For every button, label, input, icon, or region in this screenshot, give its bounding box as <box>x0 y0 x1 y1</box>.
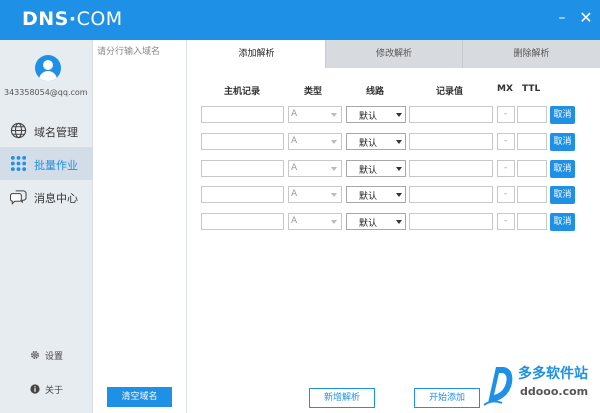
line-select[interactable]: 默认 <box>346 106 406 123</box>
record-row: A 默认 - 取消 <box>188 213 600 233</box>
mx-input[interactable]: - <box>497 133 515 150</box>
chevron-down-icon <box>331 113 337 117</box>
record-row: A 默认 - 取消 <box>188 160 600 180</box>
tab-modify-record[interactable]: 修改解析 <box>325 40 462 68</box>
cancel-button[interactable]: 取消 <box>550 213 575 231</box>
grid-dots-icon <box>10 155 27 172</box>
value-input[interactable] <box>409 106 493 123</box>
domain-input-area[interactable]: 请分行输入域名 清空域名 <box>93 40 187 413</box>
cancel-button[interactable]: 取消 <box>550 160 575 178</box>
settings-link[interactable]: 设置 <box>30 349 63 362</box>
tab-add-record[interactable]: 添加解析 <box>188 40 325 68</box>
tab-bar: 添加解析 修改解析 删除解析 <box>188 40 600 68</box>
host-input[interactable] <box>201 186 284 203</box>
record-row: A 默认 - 取消 <box>188 133 600 153</box>
header-ttl: TTL <box>522 84 541 94</box>
watermark-url: ddooo.com <box>520 385 589 398</box>
domain-input-placeholder: 请分行输入域名 <box>97 47 161 57</box>
value-input[interactable] <box>409 213 493 230</box>
cancel-button[interactable]: 取消 <box>550 106 575 124</box>
mx-input[interactable]: - <box>497 106 515 123</box>
value-input[interactable] <box>409 133 493 150</box>
close-button[interactable]: ✕ <box>577 9 595 27</box>
cancel-button[interactable]: 取消 <box>550 186 575 204</box>
value-input[interactable] <box>409 160 493 177</box>
mx-input[interactable]: - <box>497 160 515 177</box>
host-input[interactable] <box>201 160 284 177</box>
gear-icon <box>31 351 39 359</box>
record-row: A 默认 - 取消 <box>188 186 600 206</box>
chevron-down-icon <box>331 193 337 197</box>
type-select[interactable]: A <box>288 106 342 123</box>
cancel-button[interactable]: 取消 <box>550 133 575 151</box>
header-line: 线路 <box>366 87 385 97</box>
type-select[interactable]: A <box>288 186 342 203</box>
host-input[interactable] <box>201 213 284 230</box>
chat-bubble-icon <box>10 190 27 205</box>
chevron-down-icon <box>396 193 402 197</box>
ttl-input[interactable] <box>517 186 547 203</box>
minimize-button[interactable]: – <box>553 9 571 27</box>
account-email: 343358054@qq.com <box>4 88 88 97</box>
type-select[interactable]: A <box>288 160 342 177</box>
host-input[interactable] <box>201 106 284 123</box>
chevron-down-icon <box>331 220 337 224</box>
sidebar-item-message-center[interactable]: 消息中心 <box>0 180 93 213</box>
mx-input[interactable]: - <box>497 186 515 203</box>
record-row: A 默认 - 取消 <box>188 106 600 126</box>
sidebar-item-batch-operations[interactable]: 批量作业 <box>0 147 93 180</box>
ttl-input[interactable] <box>517 213 547 230</box>
line-select[interactable]: 默认 <box>346 186 406 203</box>
type-select[interactable]: A <box>288 213 342 230</box>
ttl-input[interactable] <box>517 160 547 177</box>
sidebar-item-domain-management[interactable]: 域名管理 <box>0 114 93 147</box>
chevron-down-icon <box>396 167 402 171</box>
clear-domains-button[interactable]: 清空域名 <box>107 387 172 407</box>
sidebar-item-label: 消息中心 <box>34 192 78 205</box>
add-record-row-button[interactable]: 新增解析 <box>309 388 375 408</box>
tab-delete-record[interactable]: 删除解析 <box>462 40 600 68</box>
info-icon <box>30 384 40 394</box>
host-input[interactable] <box>201 133 284 150</box>
sidebar: 343358054@qq.com 域名管理 批量作业 消息中心 设置 关于 <box>0 40 93 413</box>
settings-label: 设置 <box>45 352 64 362</box>
line-select[interactable]: 默认 <box>346 160 406 177</box>
ttl-input[interactable] <box>517 133 547 150</box>
chevron-down-icon <box>396 140 402 144</box>
globe-icon <box>10 122 27 139</box>
type-select[interactable]: A <box>288 133 342 150</box>
app-logo: DNS·COM <box>22 8 123 30</box>
avatar[interactable] <box>35 55 61 81</box>
title-bar: DNS·COM – ✕ <box>0 0 600 40</box>
header-host: 主机记录 <box>224 87 261 97</box>
about-link[interactable]: 关于 <box>30 383 63 396</box>
mx-input[interactable]: - <box>497 213 515 230</box>
watermark-logo-icon <box>483 367 513 406</box>
line-select[interactable]: 默认 <box>346 213 406 230</box>
line-select[interactable]: 默认 <box>346 133 406 150</box>
chevron-down-icon <box>331 167 337 171</box>
header-mx: MX <box>497 84 513 94</box>
sidebar-item-label: 批量作业 <box>34 159 78 172</box>
header-type: 类型 <box>304 87 323 97</box>
chevron-down-icon <box>396 113 402 117</box>
about-label: 关于 <box>45 386 64 396</box>
ttl-input[interactable] <box>517 106 547 123</box>
sidebar-item-label: 域名管理 <box>34 126 78 139</box>
start-add-button[interactable]: 开始添加 <box>414 388 480 408</box>
header-value: 记录值 <box>436 87 464 97</box>
chevron-down-icon <box>396 220 402 224</box>
watermark: 多多软件站 ddooo.com <box>478 361 600 413</box>
chevron-down-icon <box>331 140 337 144</box>
main-panel: 添加解析 修改解析 删除解析 主机记录 类型 线路 记录值 MX TTL A 默… <box>188 40 600 413</box>
value-input[interactable] <box>409 186 493 203</box>
watermark-title: 多多软件站 <box>518 366 588 382</box>
